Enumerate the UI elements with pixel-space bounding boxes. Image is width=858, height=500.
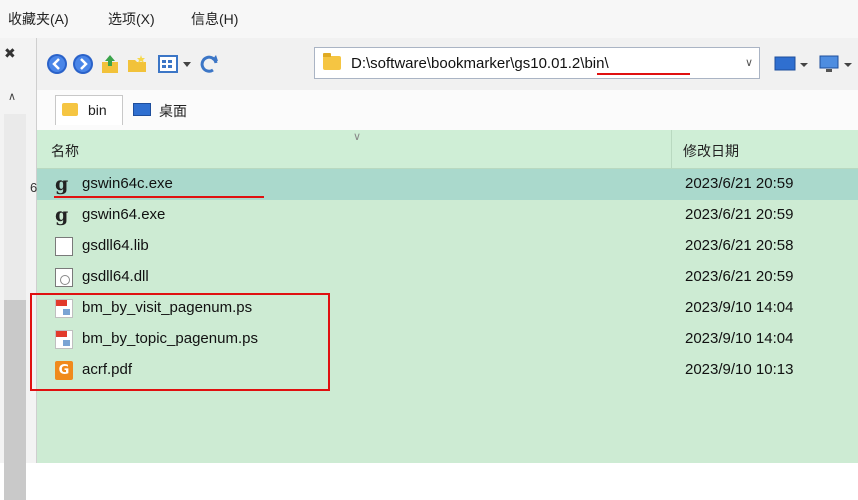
close-icon[interactable]: ✖ (4, 46, 16, 62)
path-annotation-underline (597, 73, 690, 75)
chevron-down-icon[interactable] (181, 53, 193, 75)
column-date[interactable]: 修改日期 (683, 141, 739, 161)
file-name: gsdll64.dll (82, 268, 149, 285)
menu-options[interactable]: 选项(X) (108, 9, 155, 29)
view-mode-icon[interactable] (157, 53, 179, 75)
dll-icon (55, 268, 73, 287)
column-name[interactable]: 名称 (51, 141, 79, 161)
annotation-box (30, 293, 330, 391)
folder-icon (323, 53, 341, 70)
file-name: gsdll64.lib (82, 237, 149, 254)
file-date: 2023/6/21 20:59 (685, 268, 794, 285)
tab-label: 桌面 (159, 103, 187, 119)
back-icon[interactable] (46, 53, 68, 75)
tab-bar: bin 桌面 (37, 90, 858, 131)
tab-desktop[interactable]: 桌面 (127, 95, 201, 125)
ghostscript-icon: g (55, 204, 69, 226)
forward-icon[interactable] (72, 53, 94, 75)
desktop-icon (133, 103, 151, 116)
address-bar[interactable]: D:\software\bookmarker\gs10.01.2\bin\ ∨ (314, 47, 760, 79)
display-icon[interactable] (817, 53, 857, 75)
file-date: 2023/9/10 14:04 (685, 330, 794, 347)
file-name: gswin64.exe (82, 206, 166, 223)
ghostscript-icon: g (55, 173, 69, 195)
new-folder-icon[interactable] (126, 53, 148, 75)
toolbar: D:\software\bookmarker\gs10.01.2\bin\ ∨ (37, 38, 858, 90)
refresh-icon[interactable] (198, 53, 220, 75)
file-date: 2023/9/10 14:04 (685, 299, 794, 316)
tab-label: bin (88, 102, 107, 118)
scrollbar-thumb[interactable] (4, 300, 26, 500)
file-name: gswin64c.exe (82, 175, 173, 192)
file-date: 2023/9/10 10:13 (685, 361, 794, 378)
monitor-view-icon[interactable] (773, 53, 813, 75)
scroll-up-icon[interactable]: ∧ (8, 90, 16, 103)
annotation-underline (54, 196, 264, 198)
file-row-gswin64[interactable]: g gswin64.exe 2023/6/21 20:59 (37, 200, 858, 231)
file-date: 2023/6/21 20:59 (685, 206, 794, 223)
file-date: 2023/6/21 20:58 (685, 237, 794, 254)
left-pane: ✖ ∧ 6 (0, 38, 37, 500)
menu-info[interactable]: 信息(H) (191, 9, 238, 29)
menu-favorites[interactable]: 收藏夹(A) (8, 9, 69, 29)
address-path[interactable]: D:\software\bookmarker\gs10.01.2\bin\ (351, 55, 609, 72)
file-row-gsdll64-dll[interactable]: gsdll64.dll 2023/6/21 20:59 (37, 262, 858, 293)
chevron-down-icon[interactable]: ∨ (745, 56, 753, 69)
column-header: ∨ 名称 修改日期 (37, 130, 858, 169)
tab-bin[interactable]: bin (55, 95, 123, 125)
menu-bar: 收藏夹(A) 选项(X) 信息(H) (0, 0, 858, 39)
document-icon (55, 237, 73, 256)
folder-icon (62, 103, 78, 116)
column-divider[interactable] (671, 130, 672, 168)
file-date: 2023/6/21 20:59 (685, 175, 794, 192)
file-row-gsdll64-lib[interactable]: gsdll64.lib 2023/6/21 20:58 (37, 231, 858, 262)
up-folder-icon[interactable] (99, 53, 121, 75)
sort-indicator-icon: ∨ (353, 130, 362, 143)
